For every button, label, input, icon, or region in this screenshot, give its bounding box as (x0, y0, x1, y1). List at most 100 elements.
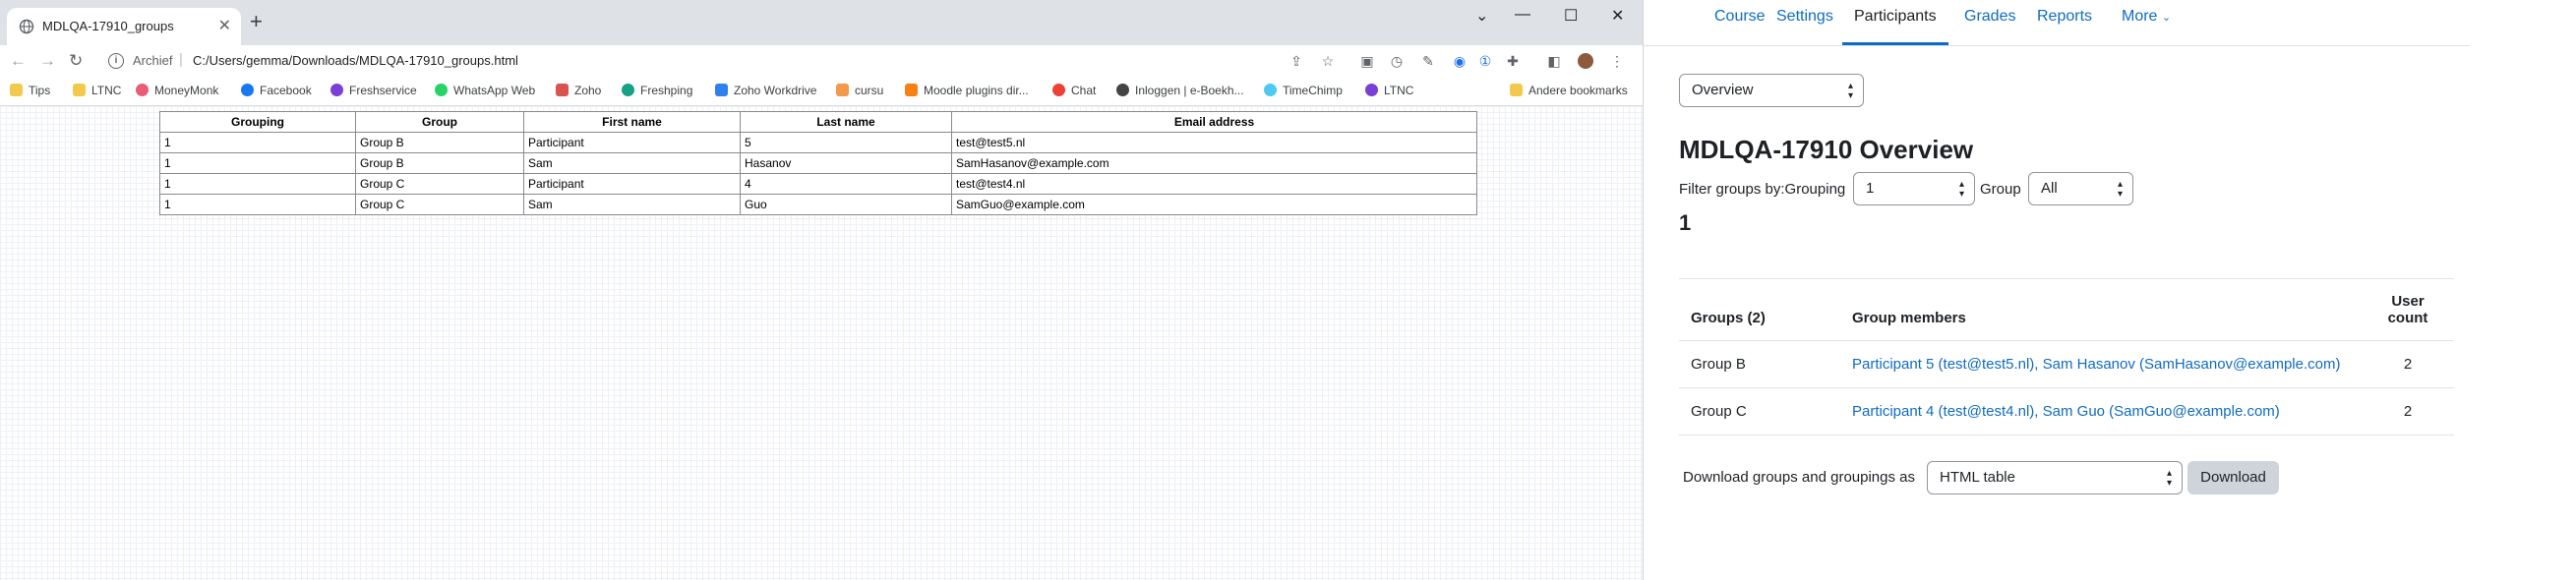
user-count: 2 (2362, 387, 2454, 435)
other-bookmarks[interactable]: Andere bookmarks (1510, 84, 1628, 97)
reload-icon[interactable]: ↻ (69, 51, 83, 71)
nav-reports[interactable]: Reports (2037, 8, 2092, 26)
moodle-page: Course Settings Participants Grades Repo… (1644, 0, 2576, 580)
address-bar[interactable]: C:/Users/gemma/Downloads/MDLQA-17910_gro… (193, 53, 518, 68)
bookmark-item[interactable]: TimeChimp (1264, 84, 1343, 97)
view-select[interactable]: Overview ▴ ▾ (1679, 74, 1864, 107)
tab-search-icon[interactable]: ⌄ (1475, 6, 1488, 26)
nav-participants[interactable]: Participants (1854, 8, 1937, 26)
group-members-link[interactable]: Participant 4 (test@test4.nl), Sam Guo (… (1840, 387, 2362, 435)
group-select[interactable]: All ▴ ▾ (2028, 172, 2133, 205)
browser-toolbar: ← → ↻ i Archief | C:/Users/gemma/Downloa… (0, 45, 1643, 78)
circle-extension-icon[interactable]: ◉ (1452, 53, 1468, 69)
table-cell: Sam (523, 194, 741, 215)
extension-icon[interactable]: ▣ (1359, 53, 1375, 69)
new-tab-button[interactable]: + (250, 11, 263, 32)
table-cell: test@test5.nl (951, 132, 1477, 153)
bookmark-item[interactable]: WhatsApp Web (435, 84, 535, 97)
eboekh-icon (1116, 84, 1129, 96)
bookmark-item[interactable]: LTNC (1365, 84, 1413, 97)
sidepanel-icon[interactable]: ◧ (1546, 53, 1562, 69)
filter-label: Filter groups by:Grouping (1679, 181, 1846, 198)
cursu-icon (836, 84, 849, 96)
column-header: First name (523, 111, 741, 133)
back-arrow-icon[interactable]: ← (10, 51, 27, 71)
title-bar: MDLQA-17910_groups ✕ + ⌄ — ☐ ✕ (0, 0, 1643, 45)
column-header: Last name (740, 111, 952, 133)
bookmark-item[interactable]: LTNC (73, 84, 121, 97)
menu-dots-icon[interactable]: ⋮ (1609, 53, 1625, 69)
chevron-down-icon: ⌄ (2161, 12, 2172, 24)
password-icon[interactable]: ① (1477, 53, 1493, 69)
nav-grades[interactable]: Grades (1964, 8, 2015, 26)
nav-course[interactable]: Course (1714, 8, 1766, 26)
table-cell: 1 (159, 132, 356, 153)
url-scheme: Archief (133, 53, 173, 68)
download-button[interactable]: Download (2187, 461, 2279, 494)
folder-icon (10, 84, 23, 96)
bookmark-item[interactable]: Inloggen | e-Boekh... (1116, 84, 1244, 97)
maximize-button[interactable]: ☐ (1564, 6, 1578, 26)
timer-icon[interactable]: ◷ (1389, 53, 1405, 69)
pen-icon[interactable]: ✎ (1420, 53, 1436, 69)
grouping-select[interactable]: 1 ▴ ▾ (1853, 172, 1975, 205)
table-cell: SamGuo@example.com (951, 194, 1477, 215)
bookmark-item[interactable]: MoneyMonk (136, 84, 218, 97)
group-members-link[interactable]: Participant 5 (test@test5.nl), Sam Hasan… (1840, 340, 2362, 388)
info-icon[interactable]: i (108, 53, 124, 69)
table-row: 1 Group C Sam Guo SamGuo@example.com (159, 194, 1477, 215)
bookmark-star-icon[interactable]: ☆ (1320, 53, 1336, 69)
select-caret-icon: ▴ ▾ (1958, 179, 1964, 200)
bookmark-item[interactable]: Chat (1052, 84, 1096, 97)
browser-tab[interactable]: MDLQA-17910_groups ✕ (7, 8, 241, 45)
facebook-icon (241, 84, 254, 96)
bookmark-item[interactable]: Zoho Workdrive (715, 84, 816, 97)
nav-more-label: More (2122, 8, 2158, 25)
bookmark-item[interactable]: Freshping (622, 84, 692, 97)
moodle-icon (905, 84, 918, 96)
table-cell: 4 (740, 173, 952, 195)
bookmark-item[interactable]: cursu (836, 84, 883, 97)
table-cell: 1 (159, 194, 356, 215)
table-cell: 1 (159, 152, 356, 174)
freshping-icon (622, 84, 634, 96)
chat-icon (1052, 84, 1065, 96)
active-tab-indicator (1842, 42, 1948, 45)
table-cell: Participant (523, 132, 741, 153)
minimize-button[interactable]: — (1515, 6, 1530, 24)
bookmark-item[interactable]: Tips (10, 84, 50, 97)
workdrive-icon (715, 84, 728, 96)
download-label: Download groups and groupings as (1683, 469, 1915, 486)
nav-more[interactable]: More ⌄ (2122, 8, 2171, 26)
extensions-puzzle-icon[interactable]: ✚ (1505, 53, 1521, 69)
table-row: 1 Group B Participant 5 test@test5.nl (159, 132, 1477, 153)
table-row: Group C Participant 4 (test@test4.nl), S… (1679, 387, 2454, 435)
close-window-button[interactable]: ✕ (1611, 6, 1624, 26)
profile-avatar[interactable] (1578, 53, 1593, 69)
close-tab-icon[interactable]: ✕ (218, 16, 231, 35)
freshservice-icon (330, 84, 343, 96)
column-header: Group members (1840, 285, 2362, 341)
bookmark-item[interactable]: Facebook (241, 84, 312, 97)
user-count: 2 (2362, 340, 2454, 388)
url-separator: | (179, 51, 183, 68)
column-header: Groups (2) (1679, 285, 1840, 341)
column-header: Grouping (159, 111, 356, 133)
select-caret-icon: ▴ ▾ (2166, 468, 2172, 489)
bookmark-item[interactable]: Moodle plugins dir... (905, 84, 1029, 97)
moneymonk-icon (136, 84, 149, 96)
groups-html-table: Grouping Group First name Last name Emai… (159, 111, 1477, 215)
grouping-heading: 1 (1679, 210, 1692, 235)
download-format-select[interactable]: HTML table ▴ ▾ (1927, 461, 2183, 494)
table-cell: 1 (159, 173, 356, 195)
table-cell: SamHasanov@example.com (951, 152, 1477, 174)
share-icon[interactable]: ⇪ (1288, 53, 1304, 69)
whatsapp-icon (435, 84, 448, 96)
forward-arrow-icon[interactable]: → (39, 51, 56, 71)
secondary-navigation: Course Settings Participants Grades Repo… (1644, 0, 2470, 46)
bookmark-item[interactable]: Freshservice (330, 84, 417, 97)
bookmark-item[interactable]: Zoho (556, 84, 601, 97)
table-cell: Guo (740, 194, 952, 215)
table-cell: Sam (523, 152, 741, 174)
nav-settings[interactable]: Settings (1776, 8, 1833, 26)
